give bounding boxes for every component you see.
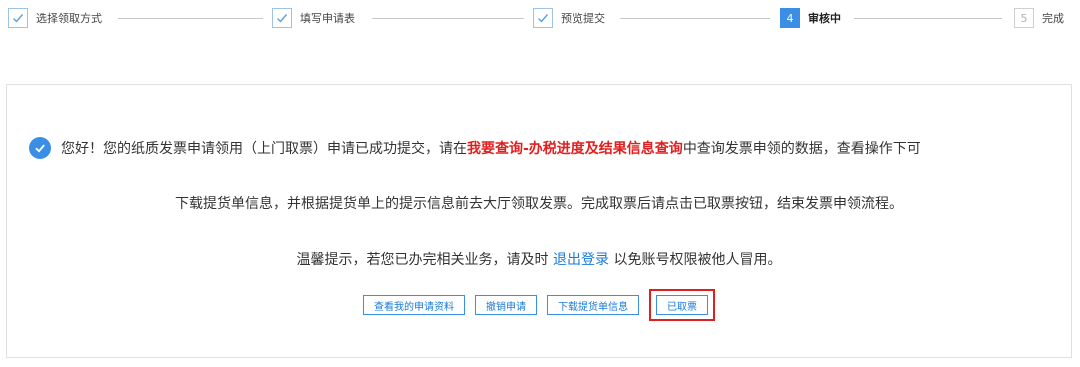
action-buttons: 查看我的申请资料 撤销申请 下载提货单信息 已取票 — [7, 289, 1071, 321]
step-label: 完成 — [1042, 12, 1064, 25]
step-complete: 5 完成 — [1014, 7, 1064, 29]
reminder-line: 温馨提示，若您已办完相关业务，请及时 退出登录 以免账号权限被他人冒用。 — [7, 249, 1071, 269]
step-number-4: 4 — [780, 8, 800, 28]
view-application-button[interactable]: 查看我的申请资料 — [363, 295, 465, 315]
step-label: 审核中 — [808, 12, 841, 25]
success-message-line1: 您好！您的纸质发票申请领用（上门取票）申请已成功提交，请在 我要查询-办税进度及结… — [29, 137, 1080, 159]
step-connector — [854, 18, 1002, 19]
success-message-line2: 下载提货单信息，并根据提货单上的提示信息前去大厅领取发票。完成取票后请点击已取票… — [175, 196, 903, 212]
query-path-highlight: 我要查询-办税进度及结果信息查询 — [467, 141, 683, 157]
step-label: 填写申请表 — [300, 12, 355, 25]
check-circle-icon — [29, 137, 51, 159]
highlight-frame: 已取票 — [649, 289, 715, 321]
check-icon — [8, 8, 28, 28]
step-connector — [118, 18, 263, 19]
check-icon — [272, 8, 292, 28]
picked-up-button[interactable]: 已取票 — [656, 295, 708, 315]
message-text: 中查询发票申领的数据，查看操作下可 — [682, 141, 921, 157]
step-under-review: 4 审核中 — [780, 7, 841, 29]
download-delivery-button[interactable]: 下载提货单信息 — [547, 295, 639, 315]
result-panel: 您好！您的纸质发票申请领用（上门取票）申请已成功提交，请在 我要查询-办税进度及结… — [6, 84, 1072, 358]
step-connector — [620, 18, 770, 19]
step-fill-form: 填写申请表 — [272, 7, 355, 29]
check-icon — [533, 8, 553, 28]
step-label: 选择领取方式 — [36, 12, 102, 25]
reminder-text: 以免账号权限被他人冒用。 — [613, 252, 782, 268]
step-preview-submit: 预览提交 — [533, 7, 605, 29]
step-connector — [372, 18, 524, 19]
message-text: 您好！您的纸质发票申请领用（上门取票）申请已成功提交，请在 — [61, 141, 467, 157]
step-label: 预览提交 — [561, 12, 605, 25]
logout-link[interactable]: 退出登录 — [553, 252, 609, 268]
reminder-text: 温馨提示，若您已办完相关业务，请及时 — [296, 252, 549, 268]
step-number-5: 5 — [1014, 8, 1034, 28]
progress-stepper: 选择领取方式 填写申请表 预览提交 4 审核中 5 完成 — [8, 7, 1072, 29]
cancel-application-button[interactable]: 撤销申请 — [475, 295, 537, 315]
step-select-method: 选择领取方式 — [8, 7, 102, 29]
